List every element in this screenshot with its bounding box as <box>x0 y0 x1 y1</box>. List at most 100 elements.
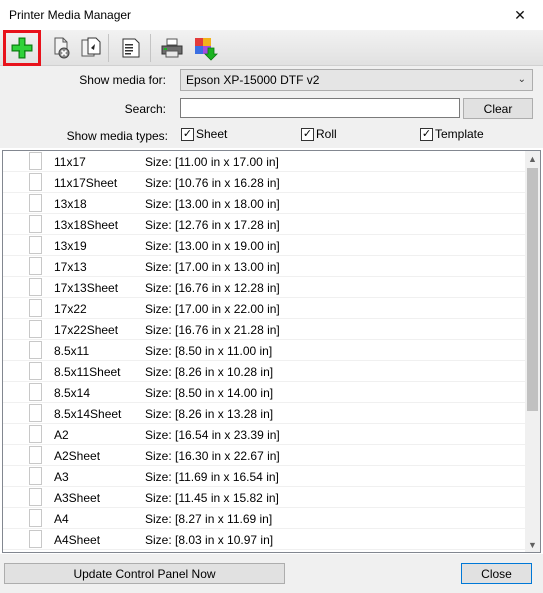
media-name: 13x18Sheet <box>54 218 119 232</box>
list-item[interactable]: 13x18Sheet Size: [12.76 in x 17.28 in] <box>3 214 526 235</box>
row-checkbox[interactable] <box>29 446 42 464</box>
list-item[interactable]: 8.5x14Sheet Size: [8.26 in x 13.28 in] <box>3 403 526 424</box>
close-button-label: Close <box>481 566 512 581</box>
checkmark-icon: ✓ <box>181 127 194 141</box>
close-icon: ✕ <box>514 6 526 23</box>
media-size: Size: [17.00 in x 13.00 in] <box>145 260 280 274</box>
search-label: Search: <box>124 102 166 116</box>
list-item[interactable]: A2Sheet Size: [16.30 in x 22.67 in] <box>3 445 526 466</box>
list-item[interactable]: A4Sheet Size: [8.03 in x 10.97 in] <box>3 529 526 550</box>
list-item[interactable]: 8.5x14 Size: [8.50 in x 14.00 in] <box>3 382 526 403</box>
roll-checkbox-label: Roll <box>316 127 337 141</box>
window-close-button[interactable]: ✕ <box>497 0 543 30</box>
copy-media-button[interactable] <box>74 32 108 64</box>
list-item[interactable]: 11x17 Size: [11.00 in x 17.00 in] <box>3 151 526 172</box>
media-name: A4 <box>54 512 69 526</box>
scrollbar-thumb[interactable] <box>527 168 538 411</box>
row-checkbox[interactable] <box>29 299 42 317</box>
media-size: Size: [8.27 in x 11.69 in] <box>145 512 273 526</box>
list-item[interactable]: 17x13 Size: [17.00 in x 13.00 in] <box>3 256 526 277</box>
roll-checkbox[interactable]: ✓ Roll <box>301 127 337 141</box>
printer-settings-button[interactable] <box>155 32 189 64</box>
printer-settings-icon <box>161 38 183 58</box>
media-size: Size: [8.50 in x 11.00 in] <box>145 344 273 358</box>
printer-select[interactable]: Epson XP-15000 DTF v2 ⌄ <box>180 69 533 91</box>
row-checkbox[interactable] <box>29 257 42 275</box>
media-size: Size: [11.00 in x 17.00 in] <box>145 155 279 169</box>
media-name: 8.5x14Sheet <box>54 407 122 421</box>
list-item[interactable]: A2 Size: [16.54 in x 23.39 in] <box>3 424 526 445</box>
media-size: Size: [13.00 in x 18.00 in] <box>145 197 280 211</box>
row-checkbox[interactable] <box>29 425 42 443</box>
media-size: Size: [16.76 in x 21.28 in] <box>145 323 280 337</box>
title-bar: Printer Media Manager ✕ <box>0 0 543 30</box>
media-name: A2Sheet <box>54 449 101 463</box>
list-item[interactable]: 8.5x11Sheet Size: [8.26 in x 10.28 in] <box>3 361 526 382</box>
list-item[interactable]: 11x17Sheet Size: [10.76 in x 16.28 in] <box>3 172 526 193</box>
media-size: Size: [8.26 in x 13.28 in] <box>145 407 274 421</box>
media-size: Size: [16.30 in x 22.67 in] <box>145 449 280 463</box>
media-name: A3Sheet <box>54 491 101 505</box>
list-item[interactable]: A3Sheet Size: [11.45 in x 15.82 in] <box>3 487 526 508</box>
update-control-panel-button[interactable]: Update Control Panel Now <box>4 563 285 584</box>
list-item[interactable]: A3 Size: [11.69 in x 16.54 in] <box>3 466 526 487</box>
row-checkbox[interactable] <box>29 509 42 527</box>
template-checkbox[interactable]: ✓ Template <box>420 127 484 141</box>
close-button[interactable]: Close <box>461 563 532 584</box>
media-name: 17x22Sheet <box>54 323 119 337</box>
media-size: Size: [11.45 in x 15.82 in] <box>145 491 279 505</box>
row-checkbox[interactable] <box>29 278 42 296</box>
list-item[interactable]: 17x22 Size: [17.00 in x 22.00 in] <box>3 298 526 319</box>
row-checkbox[interactable] <box>29 467 42 485</box>
row-checkbox[interactable] <box>29 383 42 401</box>
row-checkbox[interactable] <box>29 362 42 380</box>
template-checkbox-label: Template <box>435 127 484 141</box>
row-checkbox[interactable] <box>29 152 42 170</box>
import-media-button[interactable] <box>188 32 222 64</box>
chevron-down-icon: ⌄ <box>517 74 526 85</box>
media-name: A3 <box>54 470 69 484</box>
row-checkbox[interactable] <box>29 404 42 422</box>
search-input[interactable] <box>180 98 460 118</box>
clear-button[interactable]: Clear <box>463 98 533 119</box>
row-checkbox[interactable] <box>29 320 42 338</box>
media-name: 8.5x14 <box>54 386 91 400</box>
media-size: Size: [17.00 in x 22.00 in] <box>145 302 280 316</box>
window-title: Printer Media Manager <box>9 8 132 22</box>
media-name: 8.5x11Sheet <box>54 365 121 379</box>
row-checkbox[interactable] <box>29 173 42 191</box>
media-size: Size: [8.26 in x 10.28 in] <box>145 365 274 379</box>
sheet-checkbox[interactable]: ✓ Sheet <box>181 127 227 141</box>
media-name: 17x22 <box>54 302 87 316</box>
checkmark-icon: ✓ <box>301 127 314 141</box>
update-control-panel-label: Update Control Panel Now <box>73 566 216 581</box>
media-name: 11x17Sheet <box>54 176 118 190</box>
scroll-up-arrow-icon[interactable]: ▲ <box>525 151 540 166</box>
list-item[interactable]: 8.5x11 Size: [8.50 in x 11.00 in] <box>3 340 526 361</box>
media-name: 8.5x11 <box>54 344 90 358</box>
toolbar <box>0 30 543 66</box>
add-media-button[interactable] <box>3 30 41 66</box>
list-item[interactable]: 13x18 Size: [13.00 in x 18.00 in] <box>3 193 526 214</box>
checkmark-icon: ✓ <box>420 127 433 141</box>
row-checkbox[interactable] <box>29 194 42 212</box>
media-size: Size: [12.76 in x 17.28 in] <box>145 218 280 232</box>
list-item[interactable]: A4 Size: [8.27 in x 11.69 in] <box>3 508 526 529</box>
edit-media-button[interactable] <box>114 32 148 64</box>
row-checkbox[interactable] <box>29 215 42 233</box>
sheet-checkbox-label: Sheet <box>196 127 228 141</box>
vertical-scrollbar[interactable]: ▲ ▼ <box>525 151 540 552</box>
list-item[interactable]: 17x13Sheet Size: [16.76 in x 12.28 in] <box>3 277 526 298</box>
list-item[interactable]: 13x19 Size: [13.00 in x 19.00 in] <box>3 235 526 256</box>
media-list[interactable]: 11x17 Size: [11.00 in x 17.00 in] 11x17S… <box>2 150 541 553</box>
delete-media-icon <box>54 37 70 59</box>
row-checkbox[interactable] <box>29 341 42 359</box>
scroll-down-arrow-icon[interactable]: ▼ <box>525 537 540 552</box>
row-checkbox[interactable] <box>29 488 42 506</box>
row-checkbox[interactable] <box>29 236 42 254</box>
printer-selected-value: Epson XP-15000 DTF v2 <box>186 73 320 87</box>
toolbar-separator <box>108 34 109 62</box>
list-item[interactable]: 17x22Sheet Size: [16.76 in x 21.28 in] <box>3 319 526 340</box>
row-checkbox[interactable] <box>29 530 42 548</box>
copy-media-icon <box>81 37 101 57</box>
